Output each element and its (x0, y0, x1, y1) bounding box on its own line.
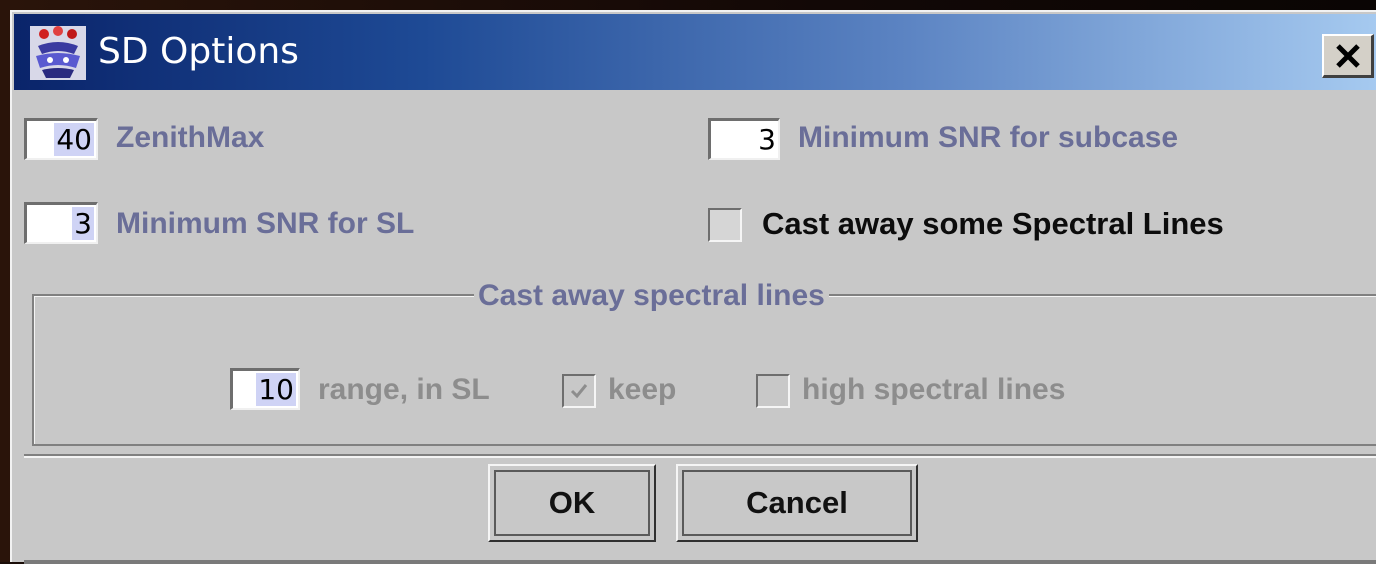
sd-options-dialog: SD Options 40 ZenithMax 3 Minimum SNR fo… (10, 10, 1376, 564)
ok-button[interactable]: OK (488, 464, 656, 542)
group-title: Cast away spectral lines (474, 276, 829, 316)
title-bar[interactable]: SD Options (14, 14, 1376, 90)
cast-away-label: Cast away some Spectral Lines (762, 206, 1224, 241)
window-bottom-border (24, 560, 1376, 564)
min-snr-sl-label: Minimum SNR for SL (116, 207, 415, 240)
range-input[interactable]: 10 (230, 368, 300, 410)
cast-away-group: Cast away spectral lines 10 range, in SL… (32, 276, 1376, 446)
cast-away-checkbox[interactable] (708, 208, 742, 242)
keep-checkbox[interactable] (562, 374, 596, 408)
zenith-max-label: ZenithMax (116, 121, 265, 154)
min-snr-subcase-label: Minimum SNR for subcase (798, 121, 1179, 154)
min-snr-sl-value: 3 (72, 207, 94, 240)
cancel-button[interactable]: Cancel (676, 464, 918, 542)
close-button[interactable] (1322, 34, 1374, 78)
zenith-max-input[interactable]: 40 (24, 118, 98, 160)
range-label: range, in SL (318, 373, 490, 406)
button-separator (24, 454, 1376, 458)
check-icon (570, 384, 588, 399)
high-spectral-lines-checkbox[interactable] (756, 374, 790, 408)
high-spectral-lines-label: high spectral lines (802, 373, 1066, 406)
min-snr-subcase-value: 3 (758, 123, 776, 156)
close-icon (1335, 43, 1360, 68)
keep-label: keep (608, 373, 677, 406)
min-snr-sl-input[interactable]: 3 (24, 202, 98, 244)
flower-vase-icon (30, 26, 86, 80)
min-snr-subcase-input[interactable]: 3 (708, 118, 780, 160)
window-title: SD Options (98, 31, 299, 72)
zenith-max-value: 40 (54, 123, 94, 156)
range-value: 10 (256, 373, 296, 406)
